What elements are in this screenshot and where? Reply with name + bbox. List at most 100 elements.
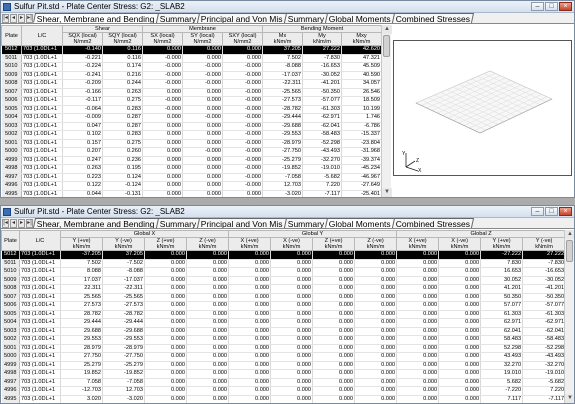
table-row[interactable]: 4999 703 (1.0DL+1 0.247 0.236 0.000 0.000 -0.0…: [1, 156, 381, 165]
close-button[interactable]: ×: [559, 2, 572, 11]
table-row[interactable]: 5003 703 (1.0DL+1 29.688 -29.688 0.000 0.000 0…: [1, 327, 564, 336]
prev-tab-button[interactable]: ◂: [10, 14, 17, 23]
scroll-up-icon[interactable]: ▲: [565, 230, 574, 239]
table-row[interactable]: 4999 703 (1.0DL+1 25.279 -25.279 0.000 0.000 0…: [1, 361, 564, 370]
tab-summary[interactable]: Summary: [283, 13, 329, 23]
table-row[interactable]: 5010 703 (1.0DL+1 -0.224 0.174 -0.000 -0.000-…: [1, 62, 381, 72]
value-cell: -0.209: [62, 79, 103, 89]
column-header[interactable]: Mx kNm/m: [262, 32, 304, 46]
column-header[interactable]: Y (+ve) kNm/m: [60, 237, 103, 251]
column-header[interactable]: SXY (local) N/mm2: [221, 32, 264, 46]
first-tab-button[interactable]: |◂: [2, 14, 9, 23]
table-row[interactable]: 5003 703 (1.0DL+1 0.047 0.287 0.000 0.000 -0.0…: [1, 122, 381, 131]
plate-column-header[interactable]: Plate: [1, 25, 22, 46]
table-row[interactable]: 5002 703 (1.0DL+1 0.102 0.283 0.000 0.000 -0.0…: [1, 130, 381, 140]
tab-summary[interactable]: Summary: [155, 218, 201, 228]
table-row[interactable]: 5000 703 (1.0DL+1 0.207 0.260 0.000 -0.000 -0.…: [1, 147, 381, 157]
table-row[interactable]: 5005 703 (1.0DL+1 28.782 -28.782 0.000 0.000 0…: [1, 310, 564, 319]
column-header[interactable]: Z (+ve) kNm/m: [312, 237, 356, 251]
lc-column-header[interactable]: L/C: [21, 25, 63, 46]
maximize-button[interactable]: □: [545, 2, 558, 11]
table-row[interactable]: 5004 703 (1.0DL+1 -0.009 0.287 0.000 -0.000 -0…: [1, 113, 381, 123]
tab-summary[interactable]: Summary: [155, 13, 201, 23]
vertical-scrollbar[interactable]: ▲ ▼: [381, 25, 392, 197]
scroll-down-icon[interactable]: ▼: [382, 188, 392, 197]
table-row[interactable]: 5009 703 (1.0DL+1 17.037 -17.037 0.000 0.000 0…: [1, 276, 564, 285]
tab-shear-membrane-and-bending[interactable]: Shear, Membrane and Bending: [32, 218, 159, 228]
scroll-thumb[interactable]: [566, 240, 573, 262]
table-row[interactable]: 5009 703 (1.0DL+1 -0.241 0.216 -0.000 -0.000-…: [1, 71, 381, 80]
table-row[interactable]: 4996 703 (1.0DL+1 -12.703 12.703 0.000 0.000 0…: [1, 386, 564, 396]
table-row[interactable]: 5001 703 (1.0DL+1 28.979 -28.979 0.000 0.000 0…: [1, 344, 564, 353]
table-row[interactable]: 5004 703 (1.0DL+1 29.444 -29.444 0.000 0.000 0…: [1, 318, 564, 328]
last-tab-button[interactable]: ▸|: [26, 14, 33, 23]
column-header[interactable]: Y (+ve) kNm/m: [480, 237, 524, 251]
table-row[interactable]: 4995 703 (1.0DL+1 3.020 -3.020 0.000 0.000 0.0…: [1, 395, 564, 403]
table-row[interactable]: 5007 703 (1.0DL+1 -0.166 0.263 0.000 0.000 -0.…: [1, 88, 381, 97]
table-row[interactable]: 5005 703 (1.0DL+1 -0.064 0.283 -0.000 0.000 -0…: [1, 105, 381, 114]
value-cell: -43.493: [522, 352, 564, 362]
first-tab-button[interactable]: |◂: [2, 219, 9, 228]
table-row[interactable]: 5006 703 (1.0DL+1 -0.117 0.275 -0.000 0.000 -0…: [1, 96, 381, 106]
vertical-scrollbar[interactable]: ▲ ▼: [564, 230, 574, 403]
next-tab-button[interactable]: ▸: [18, 14, 25, 23]
minimize-button[interactable]: –: [531, 2, 544, 11]
table-row[interactable]: 4998 703 (1.0DL+1 19.852 -19.852 0.000 0.000 0…: [1, 369, 564, 379]
last-tab-button[interactable]: ▸|: [26, 219, 33, 228]
column-header[interactable]: Mxy kNm/m: [341, 32, 381, 46]
table-row[interactable]: 4996 703 (1.0DL+1 0.122 -0.124 0.000 0.000 -0.…: [1, 181, 381, 191]
column-header[interactable]: Z (+ve) kNm/m: [144, 237, 187, 251]
column-header[interactable]: Z (-ve) kNm/m: [185, 237, 230, 251]
table-row[interactable]: 5011 703 (1.0DL+1 7.502 -7.502 0.000 0.000 0.0…: [1, 259, 564, 268]
minimize-button[interactable]: –: [531, 207, 544, 216]
tab-combined-stresses[interactable]: Combined Stresses: [391, 13, 475, 23]
value-cell: 0.000: [270, 259, 314, 268]
column-header[interactable]: SQY (local) N/mm2: [102, 32, 143, 46]
lc-column-header[interactable]: L/C: [19, 230, 61, 251]
table-row[interactable]: 5000 703 (1.0DL+1 27.750 -27.750 0.000 0.000 0…: [1, 352, 564, 362]
column-header[interactable]: SQX (local) N/mm2: [62, 32, 103, 46]
column-header[interactable]: Z (-ve) kNm/m: [354, 237, 398, 251]
tab-combined-stresses[interactable]: Combined Stresses: [391, 218, 475, 228]
title-bar[interactable]: Sulfur Pit.std - Plate Center Stress: G2…: [1, 206, 574, 218]
table-row[interactable]: 4998 703 (1.0DL+1 0.263 0.195 0.000 0.000 -0.0…: [1, 164, 381, 174]
table-row[interactable]: 5012 703 (1.0DL+1 -0.140 0.116 0.000 0.000 0.0…: [1, 45, 381, 55]
column-header[interactable]: My kNm/m: [302, 32, 343, 46]
table-row[interactable]: 5002 703 (1.0DL+1 29.553 -29.553 0.000 0.000 0…: [1, 335, 564, 345]
scroll-down-icon[interactable]: ▼: [565, 394, 574, 403]
column-header[interactable]: X (+ve) kNm/m: [396, 237, 440, 251]
title-bar[interactable]: Sulfur Pit.std - Plate Center Stress: G2…: [1, 1, 574, 13]
tab-principal-and-von-mis[interactable]: Principal and Von Mis: [196, 13, 287, 23]
column-header[interactable]: Y (-ve) kNm/m: [102, 237, 145, 251]
table-row[interactable]: 5010 703 (1.0DL+1 8.088 -8.088 0.000 0.000 0.0…: [1, 267, 564, 277]
prev-tab-button[interactable]: ◂: [10, 219, 17, 228]
column-header[interactable]: SX (local) N/mm2: [142, 32, 183, 46]
tab-global-moments[interactable]: Global Moments: [325, 218, 396, 228]
table-row[interactable]: 5012 703 (1.0DL+1 -37.205 37.205 0.000 0.000 0…: [1, 250, 564, 260]
plate-column-header[interactable]: Plate: [1, 230, 20, 251]
column-header[interactable]: X (+ve) kNm/m: [228, 237, 272, 251]
model-preview-viewport[interactable]: Y X Z: [393, 40, 572, 176]
table-row[interactable]: 5008 703 (1.0DL+1 22.311 -22.311 0.000 0.000 0…: [1, 284, 564, 294]
maximize-button[interactable]: □: [545, 207, 558, 216]
table-row[interactable]: 4997 703 (1.0DL+1 7.058 -7.058 0.000 0.000 0.0…: [1, 378, 564, 387]
table-row[interactable]: 5011 703 (1.0DL+1 -0.221 0.116 -0.000 0.000 0.…: [1, 54, 381, 63]
tab-principal-and-von-mis[interactable]: Principal and Von Mis: [196, 218, 287, 228]
close-button[interactable]: ×: [559, 207, 572, 216]
table-row[interactable]: 5008 703 (1.0DL+1 -0.209 0.244 -0.000 -0.000-…: [1, 79, 381, 89]
column-header[interactable]: SY (local) N/mm2: [182, 32, 223, 46]
table-row[interactable]: 5007 703 (1.0DL+1 25.565 -25.565 0.000 0.000 0…: [1, 293, 564, 302]
next-tab-button[interactable]: ▸: [18, 219, 25, 228]
tab-summary[interactable]: Summary: [283, 218, 329, 228]
column-header[interactable]: X (-ve) kNm/m: [270, 237, 314, 251]
scroll-up-icon[interactable]: ▲: [382, 25, 392, 34]
table-row[interactable]: 4997 703 (1.0DL+1 0.223 0.124 0.000 0.000 -0.0…: [1, 173, 381, 182]
table-row[interactable]: 4995 703 (1.0DL+1 0.044 -0.131 0.000 0.000 0.0…: [1, 190, 381, 197]
table-row[interactable]: 5006 703 (1.0DL+1 27.573 -27.573 0.000 0.000 0…: [1, 301, 564, 311]
tab-global-moments[interactable]: Global Moments: [325, 13, 396, 23]
table-row[interactable]: 5001 703 (1.0DL+1 0.157 0.275 0.000 0.000 -0.0…: [1, 139, 381, 148]
column-header[interactable]: Y (-ve) kNm/m: [522, 237, 564, 251]
tab-shear-membrane-and-bending[interactable]: Shear, Membrane and Bending: [32, 13, 159, 23]
column-header[interactable]: X (-ve) kNm/m: [438, 237, 482, 251]
scroll-thumb[interactable]: [383, 35, 390, 57]
